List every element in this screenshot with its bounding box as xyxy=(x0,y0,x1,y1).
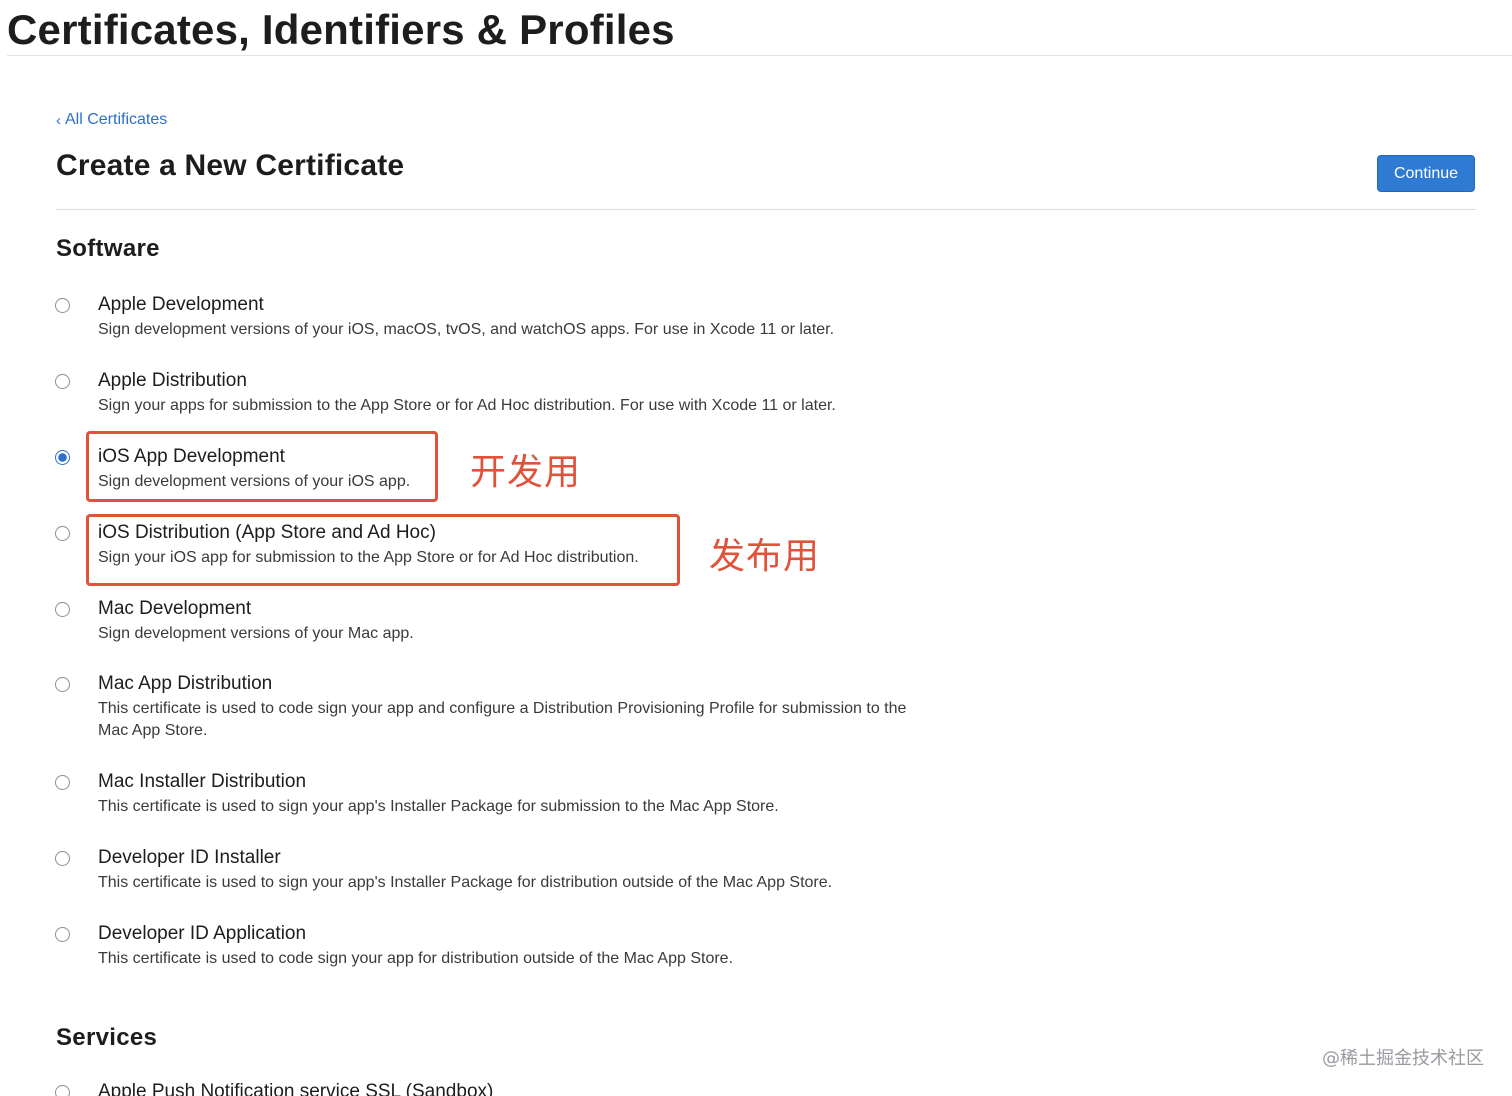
watermark: @稀土掘金技术社区 xyxy=(1322,1048,1484,1069)
continue-button[interactable]: Continue xyxy=(1377,155,1475,192)
option-title: Apple Push Notification service SSL (San… xyxy=(98,1081,494,1096)
page-title: Create a New Certificate xyxy=(56,149,405,182)
radio-mac-development[interactable] xyxy=(55,602,70,617)
option-title: Mac App Distribution xyxy=(98,673,273,694)
option-description: Sign your apps for submission to the App… xyxy=(98,397,836,414)
app-title: Certificates, Identifiers & Profiles xyxy=(7,6,675,53)
radio-ios-app-development[interactable] xyxy=(55,450,70,465)
chevron-left-icon: ‹ xyxy=(56,111,61,129)
annotation-distribution: 发布用 xyxy=(709,536,821,577)
back-link-label: All Certificates xyxy=(65,111,168,128)
radio-apns-sandbox[interactable] xyxy=(55,1085,70,1096)
option-title: Apple Development xyxy=(98,294,264,315)
section-heading-services: Services xyxy=(56,1024,158,1051)
certificates-page: Certificates, Identifiers & Profiles ‹ A… xyxy=(0,0,1512,1096)
header-divider xyxy=(56,209,1476,210)
radio-developer-id-application[interactable] xyxy=(55,927,70,942)
option-title: Developer ID Application xyxy=(98,923,307,944)
option-description: This certificate is used to code sign yo… xyxy=(98,950,734,967)
title-divider xyxy=(7,55,1512,56)
option-description: Sign development versions of your iOS, m… xyxy=(98,321,835,338)
option-title: Apple Distribution xyxy=(98,370,247,391)
option-description: Sign development versions of your Mac ap… xyxy=(98,625,414,642)
all-certificates-link[interactable]: ‹ All Certificates xyxy=(56,111,167,129)
annotation-development: 开发用 xyxy=(470,452,582,493)
option-title: Developer ID Installer xyxy=(98,847,281,868)
option-title: Mac Development xyxy=(98,598,252,619)
radio-apple-development[interactable] xyxy=(55,298,70,313)
radio-developer-id-installer[interactable] xyxy=(55,851,70,866)
radio-mac-app-distribution[interactable] xyxy=(55,677,70,692)
option-description: This certificate is used to sign your ap… xyxy=(98,874,833,891)
highlight-box-ios-development xyxy=(86,431,438,502)
radio-apple-distribution[interactable] xyxy=(55,374,70,389)
option-description: This certificate is used to code sign yo… xyxy=(98,700,907,739)
section-heading-software: Software xyxy=(56,235,160,262)
option-description: This certificate is used to sign your ap… xyxy=(98,798,779,815)
highlight-box-ios-distribution xyxy=(86,514,680,586)
option-title: Mac Installer Distribution xyxy=(98,771,307,792)
radio-ios-distribution[interactable] xyxy=(55,526,70,541)
radio-mac-installer-distribution[interactable] xyxy=(55,775,70,790)
